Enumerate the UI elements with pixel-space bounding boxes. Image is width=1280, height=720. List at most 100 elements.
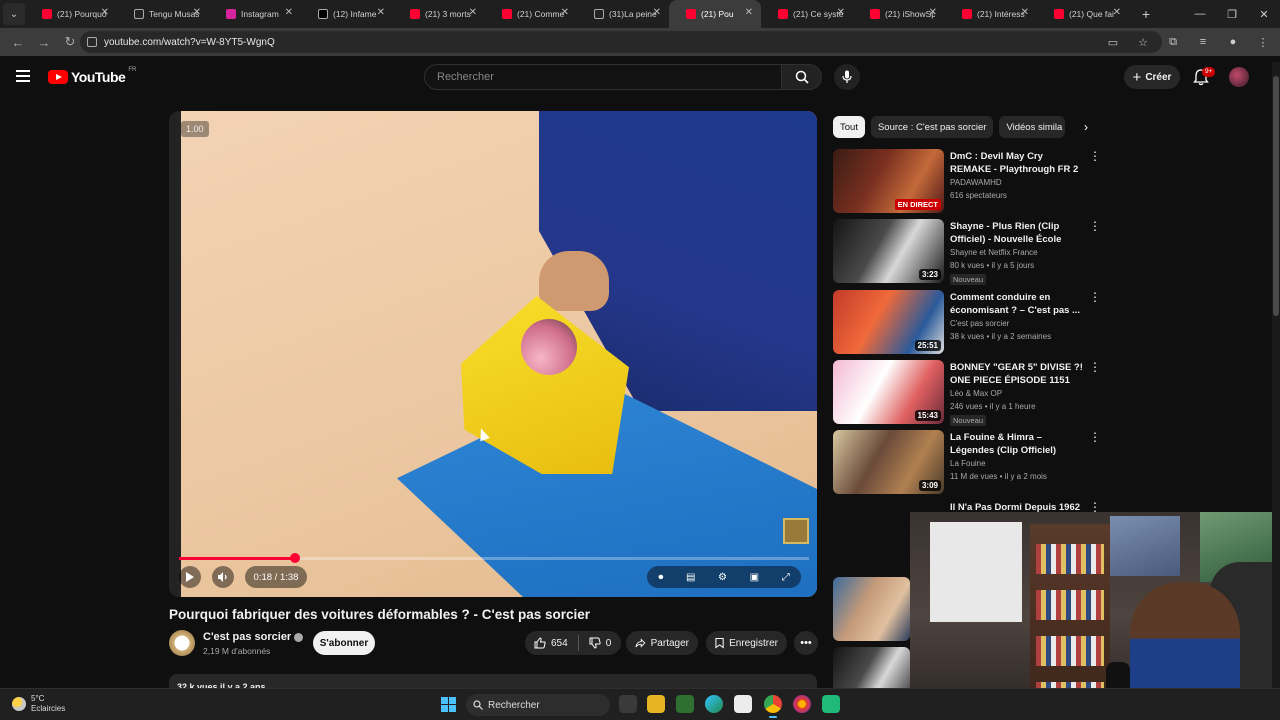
share-button[interactable]: Partager	[626, 631, 698, 655]
chevron-right-icon[interactable]: ›	[1076, 116, 1096, 138]
browser-tab[interactable]: (21) 3 morts ✕	[393, 0, 485, 28]
recommendation-item[interactable]: 15:43 BONNEY "GEAR 5" DIVISE ?! ONE PIECE…	[833, 360, 1103, 426]
progress-scrubber[interactable]	[289, 553, 300, 563]
fullscreen-icon[interactable]: ⤢	[782, 572, 790, 583]
recommendation-item[interactable]: 3:23 Shayne - Plus Rien (Clip Officiel) -…	[833, 219, 1103, 285]
browser-tab[interactable]: (21) Pou ✕	[669, 0, 761, 28]
microsoft-store-icon[interactable]	[734, 695, 752, 713]
browser-tab[interactable]: (21) Comme ✕	[485, 0, 577, 28]
recommendation-thumbnail[interactable]: 15:43	[833, 360, 944, 424]
close-window-icon[interactable]: ✕	[1248, 0, 1280, 28]
recommendation-item[interactable]: 25:51 Comment conduire en économisant ? –…	[833, 290, 1103, 354]
tab-close-icon[interactable]: ✕	[285, 7, 293, 18]
xbox-app-icon[interactable]	[676, 695, 694, 713]
browser-tab[interactable]: (21) Ce syste ✕	[761, 0, 853, 28]
recommendation-channel[interactable]: C'est pas sorcier	[950, 319, 1009, 328]
progress-bar[interactable]	[179, 553, 809, 563]
like-button[interactable]: 654	[534, 637, 568, 649]
recommendation-title[interactable]: La Fouine & Himra – Légendes (Clip Offic…	[950, 431, 1085, 457]
reading-list-icon[interactable]: ≡	[1192, 31, 1214, 53]
tab-close-icon[interactable]: ✕	[193, 7, 201, 18]
video-player[interactable]: 1.00 0:18 / 1:38 ⏺ ▤ ⚙ ▣ ⤢	[169, 111, 817, 597]
save-button[interactable]: Enregistrer	[706, 631, 787, 655]
recommendation-thumbnail[interactable]: 3:09	[833, 430, 944, 494]
create-button[interactable]: + Créer	[1124, 65, 1180, 89]
site-info-icon[interactable]	[87, 37, 97, 47]
maximize-icon[interactable]: ❐	[1216, 0, 1248, 28]
reload-icon[interactable]: ↻	[58, 30, 82, 54]
recommendation-title[interactable]: Il N'a Pas Dormi Depuis 1962	[950, 501, 1085, 512]
filter-chip[interactable]: Tout	[833, 116, 865, 138]
tab-close-icon[interactable]: ✕	[101, 7, 109, 18]
channel-watermark[interactable]	[783, 518, 809, 544]
recommendation-thumbnail[interactable]: 3:23	[833, 219, 944, 283]
recommendation-thumbnail[interactable]: 25:51	[833, 290, 944, 354]
edge-browser-icon[interactable]	[705, 695, 723, 713]
tab-close-icon[interactable]: ✕	[377, 7, 385, 18]
scrollbar-thumb[interactable]	[1273, 76, 1279, 316]
browser-tab[interactable]: (12) Infame ✕	[301, 0, 393, 28]
recommendation-title[interactable]: DmC : Devil May Cry REMAKE - Playthrough…	[950, 150, 1085, 176]
recommendation-item[interactable]: Il N'a Pas Dormi Depuis 1962 ⋮	[833, 500, 1103, 512]
bookmark-star-icon[interactable]: ☆	[1132, 31, 1154, 53]
browser-tab[interactable]: Instagram ✕	[209, 0, 301, 28]
recommendation-thumbnail[interactable]	[833, 577, 910, 641]
recommendation-channel[interactable]: La Fouine	[950, 459, 986, 468]
filter-chip[interactable]: Vidéos simila	[999, 116, 1066, 138]
more-options-icon[interactable]: ⋮	[1089, 430, 1101, 444]
tab-close-icon[interactable]: ✕	[561, 7, 569, 18]
more-options-icon[interactable]: ⋮	[1089, 149, 1101, 163]
browser-menu-icon[interactable]: ⋮	[1252, 31, 1274, 53]
tab-close-icon[interactable]: ✕	[653, 7, 661, 18]
filter-chip[interactable]: Source : C'est pas sorcier	[870, 116, 994, 138]
profile-icon[interactable]: ●	[1222, 31, 1244, 53]
browser-tab[interactable]: (21) Que fai ✕	[1037, 0, 1129, 28]
more-options-icon[interactable]: ⋮	[1089, 500, 1101, 512]
search-button[interactable]	[782, 64, 822, 90]
extensions-icon[interactable]: ⧉	[1162, 31, 1184, 53]
recommendation-channel[interactable]: PADAWAMHD	[950, 178, 1002, 187]
autoplay-toggle-icon[interactable]: ⏺	[658, 572, 663, 583]
weather-widget[interactable]: 5°C Eclaircies	[12, 694, 65, 714]
recommendation-title[interactable]: Comment conduire en économisant ? – C'es…	[950, 291, 1085, 317]
volume-button[interactable]	[212, 566, 234, 588]
chrome-browser-icon[interactable]	[764, 695, 782, 718]
more-actions-icon[interactable]: •••	[794, 631, 818, 655]
minimize-icon[interactable]: —	[1184, 0, 1216, 28]
tab-close-icon[interactable]: ✕	[469, 7, 477, 18]
recommendation-channel[interactable]: Shayne et Netflix France	[950, 248, 1038, 257]
miniplayer-icon[interactable]: ▣	[750, 572, 759, 583]
settings-gear-icon[interactable]: ⚙	[718, 572, 727, 583]
cast-icon[interactable]: ▭	[1102, 31, 1124, 53]
recommendation-title[interactable]: Shayne - Plus Rien (Clip Officiel) - Nou…	[950, 220, 1085, 246]
play-button[interactable]	[179, 566, 201, 588]
recommendation-channel[interactable]: Léo & Max OP	[950, 389, 1002, 398]
back-icon[interactable]: ←	[6, 30, 30, 54]
browser-tab[interactable]: (21) iShowSp ✕	[853, 0, 945, 28]
channel-name[interactable]: C'est pas sorcier	[203, 631, 291, 643]
page-scrollbar[interactable]	[1272, 62, 1280, 688]
tab-close-icon[interactable]: ✕	[1021, 7, 1029, 18]
forward-icon[interactable]: →	[32, 30, 56, 54]
more-options-icon[interactable]: ⋮	[1089, 219, 1101, 233]
file-explorer-icon[interactable]	[647, 695, 665, 713]
more-options-icon[interactable]: ⋮	[1089, 360, 1101, 374]
browser-tab[interactable]: (21) Intéress ✕	[945, 0, 1037, 28]
recommendation-item[interactable]: EN DIRECT DmC : Devil May Cry REMAKE - Pl…	[833, 149, 1103, 213]
recommendation-item[interactable]: 3:09 La Fouine & Himra – Légendes (Clip O…	[833, 430, 1103, 494]
subtitles-icon[interactable]: ▤	[686, 572, 695, 583]
windows-start-icon[interactable]	[441, 697, 456, 712]
channel-name-row[interactable]: C'est pas sorcier	[203, 631, 304, 643]
tab-close-icon[interactable]: ✕	[1113, 7, 1121, 18]
youtube-logo[interactable]: YouTube FR	[48, 67, 136, 85]
firefox-browser-icon[interactable]	[793, 695, 811, 713]
channel-avatar[interactable]	[169, 630, 195, 656]
browser-tab[interactable]: Tengu Musashi✕	[117, 0, 209, 28]
streaming-app-icon[interactable]	[822, 695, 840, 713]
tab-close-icon[interactable]: ✕	[929, 7, 937, 18]
tab-search-button[interactable]: ⌄	[3, 3, 25, 25]
recommendation-title[interactable]: BONNEY "GEAR 5" DIVISE ?! ONE PIECE ÉPIS…	[950, 361, 1085, 387]
taskbar-search-input[interactable]: Rechercher	[466, 694, 610, 716]
task-view-icon[interactable]	[619, 695, 637, 713]
search-input[interactable]: Rechercher	[424, 64, 782, 90]
